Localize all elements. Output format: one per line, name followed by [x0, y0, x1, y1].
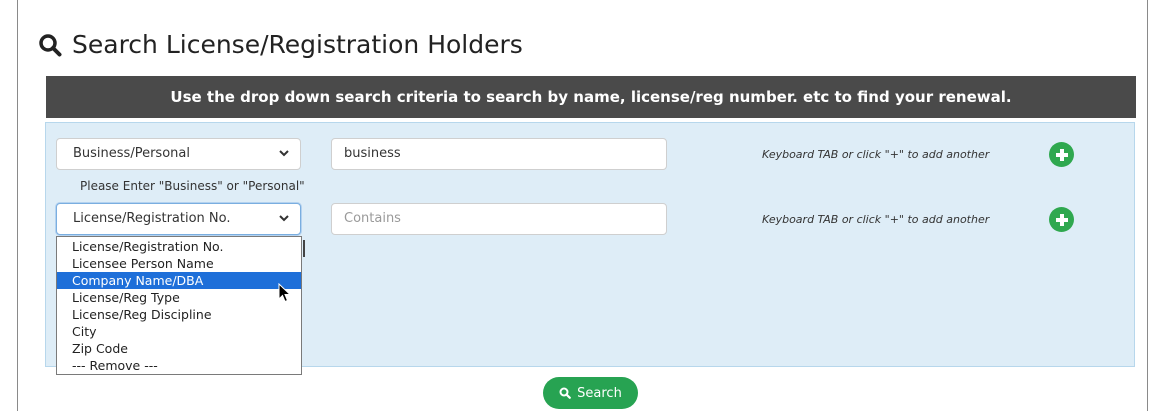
dropdown-option[interactable]: Licensee Person Name [57, 255, 301, 272]
add-criteria-button-1[interactable] [1049, 142, 1074, 167]
page-title-text: Search License/Registration Holders [72, 30, 523, 59]
search-button[interactable]: Search [543, 377, 638, 409]
chevron-down-icon [279, 150, 289, 157]
dropdown-option[interactable]: --- Remove --- [57, 357, 301, 374]
business-personal-note: Please Enter "Business" or "Personal" [80, 179, 305, 193]
criteria-select-2[interactable]: License/Registration No. [56, 203, 301, 235]
search-icon [559, 387, 572, 399]
dropdown-option[interactable]: License/Reg Discipline [57, 306, 301, 323]
instructions-banner: Use the drop down search criteria to sea… [46, 76, 1136, 118]
dropdown-option[interactable]: Zip Code [57, 340, 301, 357]
mouse-pointer-icon [278, 283, 292, 303]
dropdown-option-highlighted[interactable]: Company Name/DBA [57, 272, 301, 289]
dropdown-option[interactable]: License/Registration No. [57, 238, 301, 255]
chevron-down-icon [279, 215, 289, 222]
criteria-select-1[interactable]: Business/Personal [56, 138, 301, 170]
add-hint-1: Keyboard TAB or click "+" to add another [762, 148, 990, 161]
criteria-select-1-value: Business/Personal [73, 146, 190, 161]
criteria-select-2-value: License/Registration No. [73, 211, 231, 226]
search-button-label: Search [577, 385, 622, 401]
add-criteria-button-2[interactable] [1049, 207, 1074, 232]
criteria-value-1-text: business [344, 146, 401, 161]
plus-icon [1055, 148, 1068, 161]
add-hint-2: Keyboard TAB or click "+" to add another [762, 213, 990, 226]
dropdown-option[interactable]: City [57, 323, 301, 340]
criteria-value-input-2[interactable]: Contains [331, 203, 667, 235]
search-icon [39, 34, 62, 57]
criteria-value-input-1[interactable]: business [331, 138, 667, 170]
criteria-value-2-placeholder: Contains [344, 211, 401, 226]
page-title: Search License/Registration Holders [38, 28, 523, 62]
text-caret [303, 240, 305, 257]
banner-text: Use the drop down search criteria to sea… [170, 88, 1012, 106]
criteria-dropdown-list[interactable]: License/Registration No. Licensee Person… [56, 236, 302, 375]
dropdown-option[interactable]: License/Reg Type [57, 289, 301, 306]
plus-icon [1055, 213, 1068, 226]
